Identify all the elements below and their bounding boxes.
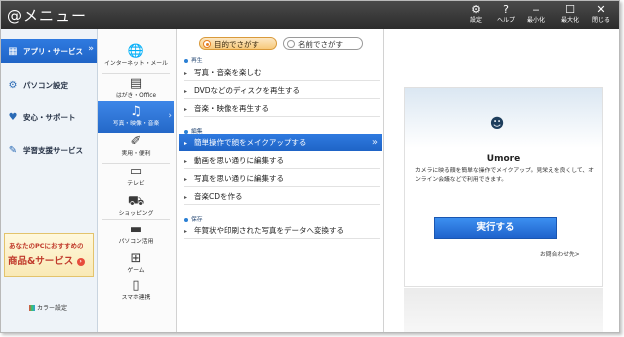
category-label: はがき・Office [115,93,157,99]
category-label: テレビ [127,181,145,187]
close-icon: ✕ [596,3,606,16]
promo-line2: 商品&サービス › [8,253,85,267]
makeup-app-icon: ☻ [489,116,505,132]
minimize-button[interactable]: ‒ 最小化 [524,4,548,25]
minimize-label: 最小化 [526,17,545,24]
laptop-icon: ▬ [129,222,143,237]
maximize-label: 最大化 [560,17,579,24]
category-smartphone-link[interactable]: ▯ スマホ連携 [98,275,174,307]
promo-banner[interactable]: あなたのPCにおすすめの 商品&サービス › [4,233,94,277]
app-name: Umore [486,154,521,164]
search-by-purpose-toggle[interactable]: 目的でさがす [199,37,277,50]
menu-item-selected[interactable]: ▸ 簡単操作で顔をメイクアップする» [179,134,382,151]
menu-item[interactable]: ▸ 写真・音楽を楽しむ [184,64,380,81]
category-label: 写真・映像・音楽 [112,121,160,127]
gear-icon: ⚙ [471,3,481,16]
heart-icon: ♥ [8,111,18,123]
sidebar: ▦ アプリ・サービス » ⚙ パソコン設定 ♥ 安心・サポート ✎ 学習支援サー… [1,29,98,332]
category-tv[interactable]: ▭ テレビ [98,161,174,193]
promo-line1: あなたのPCにおすすめの [9,242,84,250]
sidebar-item-apps-services[interactable]: ▦ アプリ・サービス » [1,39,97,63]
palette-icon [29,304,35,311]
section-title-playback: 再生 [184,55,203,64]
color-setting-link[interactable]: カラー設定 [29,303,67,312]
sidebar-item-safety-support[interactable]: ♥ 安心・サポート [1,105,97,129]
radio-unselected-icon [287,40,295,48]
card-footer [404,288,603,332]
category-label: インターネット・メール [104,61,168,67]
category-label: パソコン活用 [118,239,154,245]
app-window: @メニュー ⚙ 設定 ? ヘルプ ‒ 最小化 ☐ 最大化 ✕ 閉じる ▦ アプリ… [0,0,620,333]
settings-label: 設定 [469,17,482,24]
help-label: ヘルプ [496,17,515,24]
tv-icon: ▭ [129,164,143,179]
color-setting-label: カラー設定 [37,305,68,312]
category-label: ショッピング [118,211,154,217]
category-list: 🌐 インターネット・メール ▤ はがき・Office ♫ 写真・映像・音楽 › … [98,29,177,332]
search-by-name-label: 名前でさがす [298,40,343,49]
sidebar-item-label: アプリ・サービス [23,46,83,56]
maximize-icon: ☐ [565,3,575,16]
close-button[interactable]: ✕ 閉じる [589,4,613,25]
category-utility[interactable]: ✐ 実用・便利 [98,131,174,163]
run-button[interactable]: 実行する [434,217,557,239]
menu-item[interactable]: ▸ 音楽・映像を再生する [184,100,380,117]
apps-icon: ▦ [8,45,18,57]
pen-tools-icon: ✐ [130,134,142,149]
search-by-name-toggle[interactable]: 名前でさがす [283,37,363,50]
menu-item[interactable]: ▸ 音楽CDを作る [184,188,380,205]
basket-icon: ⛟ [127,194,145,209]
arrow-icon: › [76,257,85,266]
sidebar-item-label: パソコン設定 [23,80,68,90]
title-bar: @メニュー ⚙ 設定 ? ヘルプ ‒ 最小化 ☐ 最大化 ✕ 閉じる [1,1,619,29]
sidebar-item-pc-settings[interactable]: ⚙ パソコン設定 [1,73,97,97]
app-title: @メニュー [7,7,88,25]
menu-item[interactable]: ▸ DVDなどのディスクを再生する [184,82,380,99]
settings-button[interactable]: ⚙ 設定 [464,4,488,25]
gear-icon: ⚙ [8,79,18,91]
minimize-icon: ‒ [532,3,540,16]
task-menu: 目的でさがす 名前でさがす 再生 ▸ 写真・音楽を楽しむ ▸ DVDなどのディスクを… [177,29,384,332]
phone-link-icon: ▯ [132,278,140,293]
menu-item[interactable]: ▸ 年賀状や印刷された写真をデータへ変換する [184,222,380,239]
menu-item[interactable]: ▸ 写真を思い通りに編集する [184,170,380,187]
chevron-right-icon: › [168,111,172,121]
radio-selected-icon [203,40,211,48]
promo-title: 商品&サービス [8,256,74,267]
contact-link[interactable]: お問合わせ先> [540,249,580,258]
globe-mail-icon: 🌐 [127,44,145,59]
chevron-right-icon: » [371,137,378,148]
category-label: スマホ連携 [121,295,151,301]
sidebar-item-learning[interactable]: ✎ 学習支援サービス [1,138,97,162]
photo-music-icon: ♫ [130,104,142,119]
category-label: 実用・便利 [121,151,151,157]
app-description: カメラに映る顔を簡単な操作でメイクアップ。見栄えを良くして、オンライン会議などで… [415,168,594,183]
category-pc-usage[interactable]: ▬ パソコン活用 [98,219,174,251]
maximize-button[interactable]: ☐ 最大化 [558,4,582,25]
menu-item[interactable]: ▸ 動画を思い通りに編集する [184,152,380,169]
sidebar-item-label: 安心・サポート [23,112,76,122]
sidebar-item-label: 学習支援サービス [23,145,83,155]
chevron-right-icon: » [88,44,94,54]
help-icon: ? [503,3,509,16]
document-icon: ▤ [129,76,143,91]
app-card: ☻ Umore カメラに映る顔を簡単な操作でメイクアップ。見栄えを良くして、オン… [404,87,603,287]
help-button[interactable]: ? ヘルプ [494,4,518,25]
category-internet-mail[interactable]: 🌐 インターネット・メール [98,41,174,73]
gamepad-icon: ⊞ [130,251,142,266]
category-photo-video-music[interactable]: ♫ 写真・映像・音楽 › [98,101,174,133]
search-by-purpose-label: 目的でさがす [214,40,259,49]
detail-panel: ☻ Umore カメラに映る顔を簡単な操作でメイクアップ。見栄えを良くして、オン… [384,29,619,332]
close-label: 閉じる [591,17,610,24]
learning-icon: ✎ [8,144,18,156]
